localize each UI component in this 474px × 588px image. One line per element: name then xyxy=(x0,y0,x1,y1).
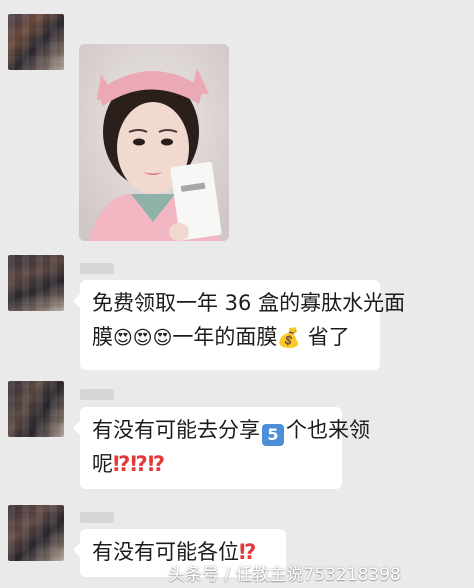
selfie-illustration xyxy=(79,44,229,241)
exclamation-question-marks: ⁉⁉⁉ xyxy=(113,452,166,476)
bubble-line: 免费领取一年 36 盒的寡肽水光面 xyxy=(92,291,406,315)
sender-avatar[interactable] xyxy=(8,255,64,311)
sender-avatar[interactable] xyxy=(8,14,64,70)
text-fragment: 膜 xyxy=(92,325,113,349)
text-fragment: 有没有可能去分享 xyxy=(92,418,260,442)
watermark-text: 头条号 / 任教主说753218398 xyxy=(168,565,401,585)
money-bag-emoji: 💰 xyxy=(277,327,302,349)
heart-eyes-emoji: 😍😍😍 xyxy=(113,327,173,349)
text-fragment: 省了 xyxy=(301,325,350,349)
text-fragment: 一年的面膜 xyxy=(172,325,278,349)
bubble-line: 膜😍😍😍一年的面膜💰 省了 xyxy=(92,320,368,355)
sender-nickname-blurred xyxy=(80,512,114,523)
sender-nickname-blurred xyxy=(80,263,114,274)
bubble-line: 有没有可能去分享 5 个也来领 xyxy=(92,413,370,447)
text-fragment: 个也来领 xyxy=(286,418,370,442)
sender-avatar[interactable] xyxy=(8,505,64,561)
chat-bubble[interactable]: 免费领取一年 36 盒的寡肽水光面 膜😍😍😍一年的面膜💰 省了 xyxy=(73,280,406,370)
keycap-digit: 5 xyxy=(262,424,284,446)
selfie-photo[interactable] xyxy=(79,44,229,241)
bubble-line: 呢⁉⁉⁉ xyxy=(92,447,330,481)
chat-bubble[interactable]: 有没有可能去分享 5 个也来领 呢⁉⁉⁉ xyxy=(73,407,370,489)
sender-nickname-blurred xyxy=(80,389,114,400)
text-fragment: 呢 xyxy=(92,452,113,476)
sender-avatar[interactable] xyxy=(8,381,64,437)
